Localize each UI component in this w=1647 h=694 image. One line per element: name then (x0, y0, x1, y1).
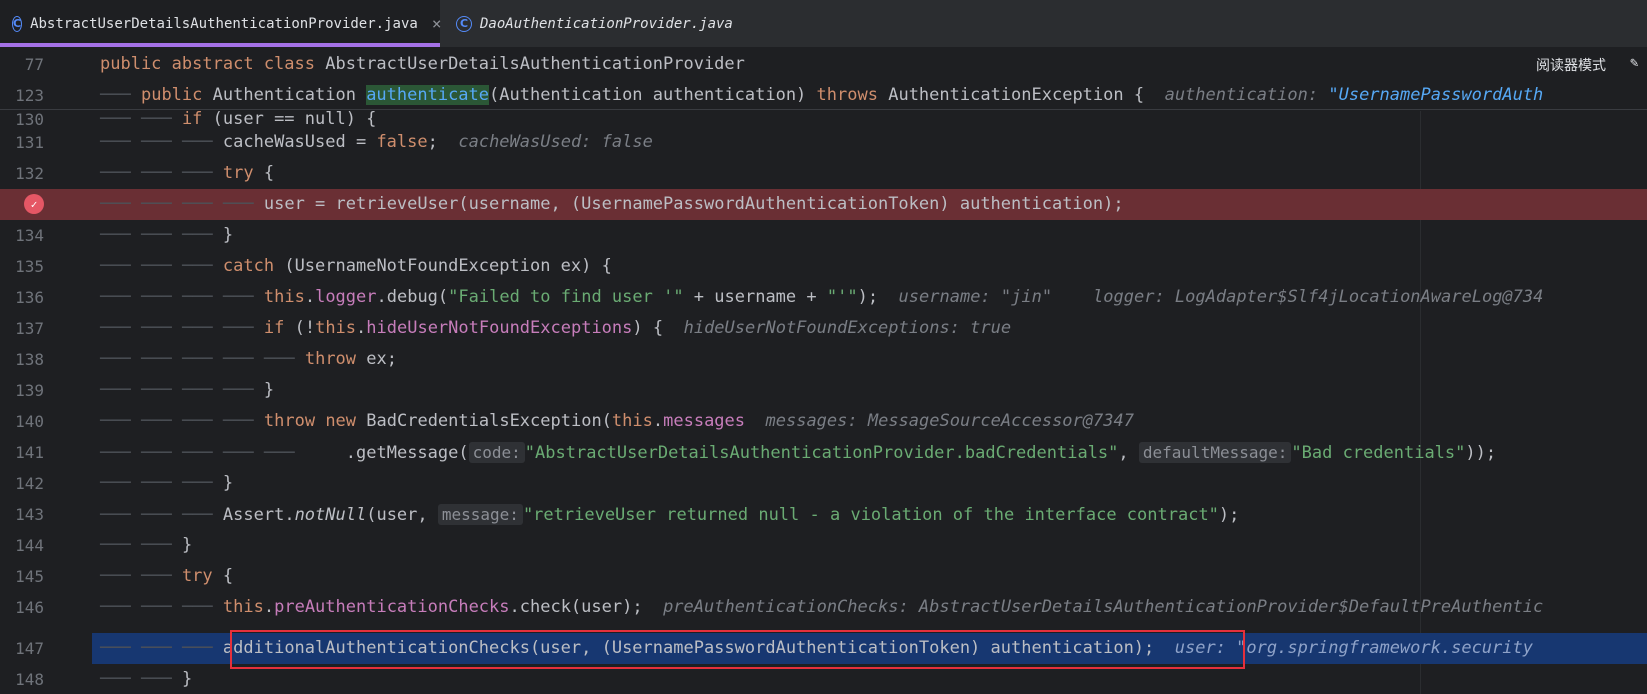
line-number: 146 (15, 598, 44, 617)
code-line: ─── ─── ─── ─── this.logger.debug("Faile… (100, 287, 1544, 307)
code-row-143[interactable]: 143 ─── ─── ─── Assert.notNull(user, mes… (0, 499, 1647, 530)
class-icon: C (456, 15, 472, 32)
code-row-141[interactable]: 141 ─── ─── ─── ─── ─── .getMessage(code… (0, 437, 1647, 468)
code-row-142[interactable]: 142 ─── ─── ─── } (0, 468, 1647, 499)
line-number: 144 (15, 536, 44, 555)
line-number: 138 (15, 350, 44, 369)
line-number: 141 (15, 443, 44, 462)
line-number: 77 (24, 55, 44, 74)
code-row-133-breakpoint[interactable]: 133 ✓ ─── ─── ─── ─── user = retrieveUse… (0, 189, 1647, 220)
code-line: ─── ─── } (100, 669, 193, 689)
code-line: ─── ─── ─── cacheWasUsed = false; cacheW… (100, 132, 653, 152)
line-number: 147 (0, 633, 92, 664)
editor-tab-bar: C AbstractUserDetailsAuthenticationProvi… (0, 0, 1647, 47)
code-row-131[interactable]: 131 ─── ─── ─── cacheWasUsed = false; ca… (0, 127, 1647, 158)
line-number: 137 (15, 319, 44, 338)
class-icon: C (12, 15, 23, 32)
code-line: ─── ─── ─── try { (100, 163, 275, 183)
line-number: 143 (15, 505, 44, 524)
line-number: 132 (15, 164, 44, 183)
line-number: 148 (15, 670, 44, 689)
line-number: 131 (15, 133, 44, 152)
close-icon[interactable]: × (432, 14, 442, 33)
code-row-138[interactable]: 138 ─── ─── ─── ─── ─── throw ex; (0, 344, 1647, 375)
code-row-139[interactable]: 139 ─── ─── ─── ─── } (0, 375, 1647, 406)
code-line: ─── ─── ─── ─── ─── .getMessage(code: "Ab… (100, 442, 1497, 463)
code-row-137[interactable]: 137 ─── ─── ─── ─── if (!this.hideUserNo… (0, 313, 1647, 344)
code-row-146[interactable]: 146 ─── ─── ─── this.preAuthenticationCh… (0, 592, 1647, 623)
line-number: 139 (15, 381, 44, 400)
param-hint-code: code: (468, 442, 525, 463)
code-line: public abstract class AbstractUserDetail… (100, 54, 745, 74)
code-line: ─── ─── ─── ─── if (!this.hideUserNotFou… (100, 318, 1012, 338)
line-number: 142 (15, 474, 44, 493)
code-row-134[interactable]: 134 ─── ─── ─── } (0, 220, 1647, 251)
tab-dao-authentication-provider[interactable]: C DaoAuthenticationProvider.java (456, 0, 756, 47)
param-hint-default-message: defaultMessage: (1138, 442, 1292, 463)
tab-label: AbstractUserDetailsAuthenticationProvide… (30, 15, 418, 32)
breakpoint-icon[interactable]: ✓ (24, 194, 44, 214)
tab-label: DaoAuthenticationProvider.java (480, 15, 733, 32)
code-row-136[interactable]: 136 ─── ─── ─── ─── this.logger.debug("F… (0, 282, 1647, 313)
code-line: ─── ─── try { (100, 566, 234, 586)
line-number: 140 (15, 412, 44, 431)
line-number: 145 (15, 567, 44, 586)
tab-abstract-user-details-provider[interactable]: C AbstractUserDetailsAuthenticationProvi… (0, 0, 442, 47)
param-hint-message: message: (437, 504, 523, 525)
code-line: ─── ─── ─── ─── } (100, 380, 275, 400)
edit-icon[interactable]: ✎ (1630, 55, 1638, 71)
code-line: ─── ─── } (100, 535, 193, 555)
code-line: ─── ─── ─── this.preAuthenticationChecks… (100, 597, 1544, 617)
code-row-132[interactable]: 132 ─── ─── ─── try { (0, 158, 1647, 189)
code-row-144[interactable]: 144 ─── ─── } (0, 530, 1647, 561)
method-name-highlight: authenticate (366, 85, 490, 105)
code-editor[interactable]: 77 public abstract class AbstractUserDet… (0, 47, 1647, 694)
code-line: ─── ─── ─── catch (UsernameNotFoundExcep… (100, 256, 612, 276)
code-row-135[interactable]: 135 ─── ─── ─── catch (UsernameNotFoundE… (0, 251, 1647, 282)
code-row-145[interactable]: 145 ─── ─── try { (0, 561, 1647, 592)
reader-mode-button[interactable]: 阅读器模式 (1536, 55, 1606, 75)
code-line: ─── ─── ─── ─── ─── throw ex; (100, 349, 397, 369)
code-line: ─── ─── ─── ─── user = retrieveUser(user… (100, 194, 1124, 214)
code-line: ─── ─── ─── } (100, 473, 234, 493)
code-line: ─── ─── ─── ─── throw new BadCredentials… (100, 411, 1134, 431)
line-number: 135 (15, 257, 44, 276)
line-number: 136 (15, 288, 44, 307)
code-row-140[interactable]: 140 ─── ─── ─── ─── throw new BadCredent… (0, 406, 1647, 437)
code-row-148[interactable]: 148 ─── ─── } (0, 664, 1647, 694)
code-line: ─── ─── ─── } (100, 225, 234, 245)
sticky-line-77[interactable]: 77 public abstract class AbstractUserDet… (0, 49, 1647, 80)
code-line: ─── ─── ─── Assert.notNull(user, message… (100, 504, 1240, 525)
line-number: 134 (15, 226, 44, 245)
